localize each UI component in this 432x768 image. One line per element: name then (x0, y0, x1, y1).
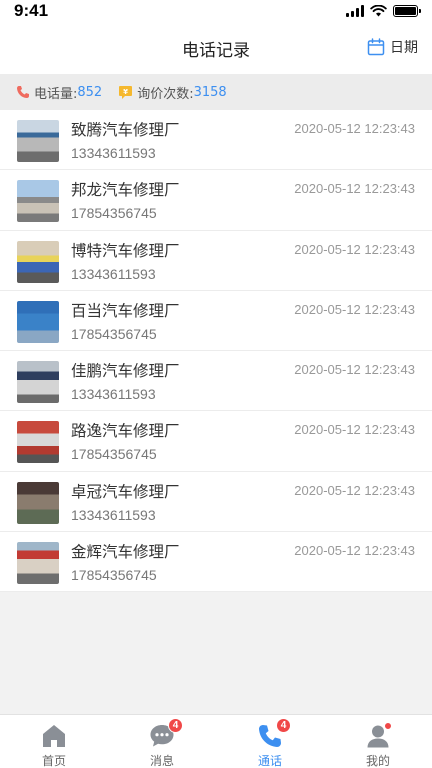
shop-photo (17, 300, 59, 343)
tab-label: 消息 (149, 754, 174, 768)
list-item[interactable]: 邦龙汽车修理厂 17854356745 2020-05-12 12:23:43 (0, 170, 432, 231)
summary-bar: 电话量: 852 ¥ 询价次数: 3158 (0, 74, 432, 110)
tab-label: 通话 (257, 754, 282, 768)
quote-icon: ¥ (119, 85, 133, 99)
nav-bar: 电话记录 日期 (0, 22, 432, 74)
tab-label: 我的 (365, 754, 390, 768)
phone-icon: 4 (257, 718, 291, 749)
shop-phone: 13343611593 (71, 506, 156, 523)
shop-photo (17, 240, 59, 283)
tab-label: 首页 (41, 754, 66, 768)
page-title: 电话记录 (182, 40, 250, 61)
list-item[interactable]: 致腾汽车修理厂 13343611593 2020-05-12 12:23:43 (0, 110, 432, 171)
inquiry-count-summary: ¥ 询价次数: 3158 (118, 83, 227, 102)
shop-photo (17, 361, 59, 404)
inquiry-count-value: 3158 (193, 84, 227, 100)
shop-phone: 17854356745 (71, 205, 157, 222)
call-time: 2020-05-12 12:23:43 (294, 482, 415, 498)
tab-calls[interactable]: 4 通话 (216, 715, 324, 768)
message-badge: 4 (168, 718, 183, 733)
call-time: 2020-05-12 12:23:43 (294, 301, 415, 317)
call-badge: 4 (276, 718, 291, 733)
shop-phone: 13343611593 (71, 145, 156, 161)
shop-phone: 13343611593 (71, 265, 156, 282)
notification-dot (384, 722, 392, 730)
call-time: 2020-05-12 12:23:43 (294, 121, 415, 136)
tab-home[interactable]: 首页 (0, 715, 108, 768)
call-count-label: 电话量: (34, 86, 78, 102)
date-filter-button[interactable]: 日期 (367, 37, 418, 57)
calendar-icon (367, 38, 385, 56)
tab-bar: 首页 4 消息 4 通话 我的 (0, 714, 432, 768)
call-count-value: 852 (77, 84, 103, 100)
list-item[interactable]: 金辉汽车修理厂 17854356745 2020-05-12 12:23:43 (0, 532, 432, 593)
shop-photo (17, 481, 59, 524)
shop-photo (17, 120, 59, 162)
shop-phone: 17854356745 (71, 567, 157, 584)
status-time: 9:41 (14, 1, 49, 20)
call-record-list: 致腾汽车修理厂 13343611593 2020-05-12 12:23:43 邦… (0, 110, 432, 593)
battery-icon (393, 5, 421, 17)
call-count-summary: 电话量: 852 (16, 83, 102, 102)
shop-phone: 13343611593 (71, 386, 156, 403)
wifi-icon (370, 5, 387, 17)
tab-messages[interactable]: 4 消息 (108, 715, 216, 768)
phone-icon (17, 86, 29, 98)
list-item[interactable]: 路逸汽车修理厂 17854356745 2020-05-12 12:23:43 (0, 411, 432, 472)
date-filter-label: 日期 (390, 40, 418, 56)
svg-text:¥: ¥ (123, 87, 128, 95)
shop-phone: 17854356745 (71, 325, 157, 342)
profile-icon (365, 722, 392, 749)
signal-icon (346, 5, 364, 17)
shop-photo (17, 421, 59, 464)
list-item[interactable]: 佳鹏汽车修理厂 13343611593 2020-05-12 12:23:43 (0, 351, 432, 412)
list-item[interactable]: 百当汽车修理厂 17854356745 2020-05-12 12:23:43 (0, 291, 432, 352)
shop-photo (17, 180, 59, 223)
inquiry-count-label: 询价次数: (137, 86, 194, 102)
tab-profile[interactable]: 我的 (324, 715, 432, 768)
message-icon: 4 (149, 718, 183, 749)
shop-phone: 17854356745 (71, 446, 157, 463)
call-time: 2020-05-12 12:23:43 (294, 543, 415, 559)
call-time: 2020-05-12 12:23:43 (294, 422, 415, 438)
shop-photo (17, 542, 59, 585)
call-time: 2020-05-12 12:23:43 (294, 362, 415, 378)
status-icons (346, 5, 421, 17)
status-bar: 9:41 (0, 0, 432, 22)
call-time: 2020-05-12 12:23:43 (294, 181, 415, 197)
call-time: 2020-05-12 12:23:43 (294, 241, 415, 257)
list-item[interactable]: 卓冠汽车修理厂 13343611593 2020-05-12 12:23:43 (0, 472, 432, 533)
home-icon (41, 723, 67, 749)
list-item[interactable]: 博特汽车修理厂 13343611593 2020-05-12 12:23:43 (0, 231, 432, 291)
